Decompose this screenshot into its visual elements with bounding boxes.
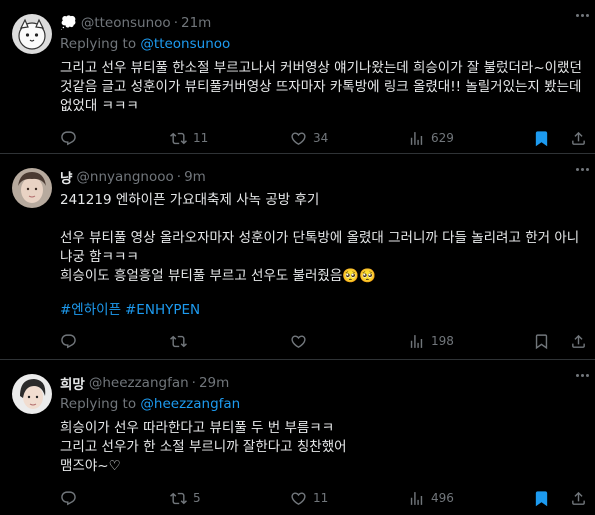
avatar[interactable] <box>12 168 52 208</box>
retweet-icon <box>170 335 187 347</box>
bookmark-icon[interactable] <box>533 130 550 147</box>
separator: · <box>173 15 178 31</box>
views-button[interactable]: 629 <box>408 130 533 147</box>
like-count: 34 <box>313 131 329 145</box>
display-name-emoji[interactable]: 💭 <box>60 15 77 31</box>
share-icon[interactable] <box>570 333 587 350</box>
timestamp[interactable]: 21m <box>181 15 211 31</box>
display-name[interactable]: 냥 <box>60 167 72 187</box>
display-name[interactable]: 희망 <box>60 373 85 393</box>
like-count: 11 <box>313 491 329 505</box>
views-button[interactable]: 198 <box>408 333 533 350</box>
retweet-icon <box>170 492 187 504</box>
action-bar: 198 <box>60 331 587 351</box>
hashtags: #엔하이픈 #ENHYPEN <box>60 298 587 318</box>
analytics-icon <box>410 334 423 348</box>
replying-to-link[interactable]: @tteonsunoo <box>140 36 230 52</box>
tweet-header: 냥 @nnyangnooo · 9m <box>60 167 587 187</box>
reply-icon <box>61 490 76 505</box>
hashtag-link[interactable]: #엔하이픈 <box>60 302 121 318</box>
bookmark-icon[interactable] <box>533 490 550 507</box>
heart-icon <box>291 334 306 348</box>
more-options-icon[interactable] <box>576 14 589 17</box>
tweet-header: 희망 @heezzangfan · 29m <box>60 373 587 393</box>
like-button[interactable] <box>290 333 408 350</box>
views-button[interactable]: 496 <box>408 490 533 507</box>
replying-prefix: Replying to <box>60 36 141 52</box>
action-bar: 5 11 496 <box>60 488 587 508</box>
more-options-icon[interactable] <box>576 374 589 377</box>
share-icon[interactable] <box>570 490 587 507</box>
replying-to-link[interactable]: @heezzangfan <box>140 396 240 412</box>
analytics-icon <box>410 491 423 505</box>
retweet-count: 5 <box>193 491 201 505</box>
tweet-header: 💭 @tteonsunoo · 21m <box>60 14 587 32</box>
timestamp[interactable]: 29m <box>199 375 229 391</box>
replying-to: Replying to @tteonsunoo <box>60 36 587 54</box>
tweet[interactable]: 희망 @heezzangfan · 29m Replying to @heezz… <box>0 360 595 515</box>
user-handle[interactable]: @tteonsunoo <box>81 15 171 31</box>
retweet-icon <box>170 132 187 144</box>
reply-button[interactable] <box>60 130 170 147</box>
avatar[interactable] <box>12 374 52 414</box>
bookmark-icon[interactable] <box>533 333 550 350</box>
action-bar: 11 34 629 <box>60 128 587 148</box>
heart-icon <box>291 491 306 505</box>
retweet-button[interactable]: 11 <box>170 130 290 147</box>
timeline-feed: 💭 @tteonsunoo · 21m Replying to @tteonsu… <box>0 0 595 515</box>
user-handle[interactable]: @heezzangfan <box>89 375 189 391</box>
analytics-icon <box>410 131 423 145</box>
more-options-icon[interactable] <box>576 168 589 171</box>
retweet-button[interactable] <box>170 333 290 350</box>
view-count: 198 <box>431 334 454 348</box>
retweet-count: 11 <box>193 131 209 145</box>
tweet-text: 241219 엔하이픈 가요대축제 사녹 공방 후기 선우 뷰티풀 영상 올라오… <box>60 192 580 284</box>
reply-icon <box>61 130 76 145</box>
like-button[interactable]: 34 <box>290 130 408 147</box>
share-icon[interactable] <box>570 130 587 147</box>
timestamp[interactable]: 9m <box>184 169 206 185</box>
separator: · <box>191 375 196 391</box>
tweet[interactable]: 💭 @tteonsunoo · 21m Replying to @tteonsu… <box>0 0 595 154</box>
replying-prefix: Replying to <box>60 396 141 412</box>
replying-to: Replying to @heezzangfan <box>60 396 587 414</box>
tweet-text: 그리고 선우 뷰티풀 한소절 부르고나서 커버영상 얘기나왔는데 희승이가 잘 … <box>60 60 586 114</box>
reply-icon <box>61 333 76 348</box>
heart-icon <box>291 131 306 145</box>
hashtag-link[interactable]: #ENHYPEN <box>125 302 200 318</box>
reply-button[interactable] <box>60 490 170 507</box>
view-count: 496 <box>431 491 454 505</box>
user-handle[interactable]: @nnyangnooo <box>76 169 173 185</box>
reply-button[interactable] <box>60 333 170 350</box>
like-button[interactable]: 11 <box>290 490 408 507</box>
view-count: 629 <box>431 131 454 145</box>
tweet[interactable]: 냥 @nnyangnooo · 9m 241219 엔하이픈 가요대축제 사녹 … <box>0 154 595 360</box>
separator: · <box>176 169 182 185</box>
retweet-button[interactable]: 5 <box>170 490 290 507</box>
tweet-text: 희승이가 선우 따라한다고 뷰티풀 두 번 부름ㅋㅋ 그리고 선우가 한 소절 … <box>60 420 347 474</box>
avatar[interactable] <box>12 14 52 54</box>
